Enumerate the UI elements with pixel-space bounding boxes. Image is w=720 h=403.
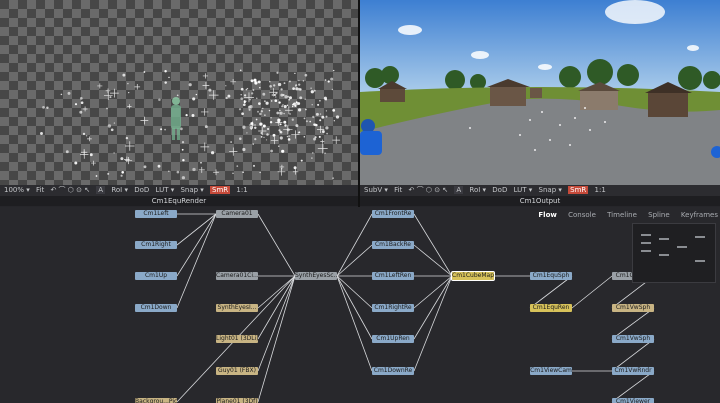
connection-wire: [336, 275, 373, 309]
lut-dropdown[interactable]: LUT ▾: [156, 186, 175, 194]
node-cm1up[interactable]: Cm1Up: [135, 272, 177, 280]
roi-dropdown[interactable]: RoI ▾: [469, 186, 486, 194]
flow-editor[interactable]: Cm1Left Cm1Right Cm1Up Cm1Down Camera01 Camer…: [0, 207, 720, 403]
node-cm1viewer[interactable]: Cm1Viewer: [612, 398, 654, 403]
point-cloud: [40, 69, 341, 180]
node-cm1equsph[interactable]: Cm1EquSph: [530, 272, 572, 280]
tools-icon[interactable]: ↶ ⌒ ⬡ ⊙ ↖: [409, 186, 449, 194]
connection-wire: [176, 213, 217, 309]
subview-dropdown[interactable]: SubV ▾: [364, 186, 388, 194]
connection-wire: [336, 275, 373, 340]
tab-spline[interactable]: Spline: [648, 211, 670, 219]
connection-wire: [336, 275, 373, 372]
tab-console[interactable]: Console: [568, 211, 596, 219]
node-cm1down[interactable]: Cm1Down: [135, 304, 177, 312]
tab-keyframes[interactable]: Keyframes: [681, 211, 718, 219]
panel-tabs: Flow Console Timeline Spline Keyframes: [529, 209, 718, 221]
node-cm1leftren[interactable]: Cm1LeftRen: [372, 272, 414, 280]
connection-wire: [257, 275, 296, 403]
node-cm1equren[interactable]: Cm1EquRen: [530, 304, 572, 312]
right-viewer-name: Cm1Output: [360, 196, 720, 206]
node-backgroundplate[interactable]: Backgrou...Pic: [135, 398, 177, 403]
node-guy01[interactable]: Guy01 (FBX): [216, 367, 258, 375]
connection-wire: [413, 244, 453, 277]
left-viewer-toolbar: 100% ▾ Fit ↶ ⌒ ⬡ ⊙ ↖ A RoI ▾ DoD LUT ▾ S…: [0, 185, 358, 196]
equirect-preview: [360, 0, 720, 185]
tab-timeline[interactable]: Timeline: [607, 211, 637, 219]
render-preview: [40, 69, 341, 180]
node-cm1downre[interactable]: Cm1DownRe: [372, 367, 414, 375]
ratio-button[interactable]: 1:1: [236, 186, 247, 194]
connection-wire: [413, 275, 453, 309]
node-cm1vwrndr[interactable]: Cm1VwRndr: [612, 367, 654, 375]
node-cm1frontre[interactable]: Cm1FrontRe: [372, 210, 414, 218]
roi-dropdown[interactable]: RoI ▾: [111, 186, 128, 194]
node-synthimg[interactable]: SynthEyesI...: [216, 304, 258, 312]
node-cm1vwsph2[interactable]: Cm1VwSph: [612, 335, 654, 343]
lut-dropdown[interactable]: LUT ▾: [514, 186, 533, 194]
connection-wire: [336, 244, 373, 277]
fit-button[interactable]: Fit: [36, 186, 44, 194]
connection-wire: [176, 213, 217, 277]
connection-wire: [176, 213, 217, 246]
connection-wire: [413, 275, 453, 340]
snap-dropdown[interactable]: Snap ▾: [180, 186, 203, 194]
right-viewer-toolbar: SubV ▾ Fit ↶ ⌒ ⬡ ⊙ ↖ A RoI ▾ DoD LUT ▾ S…: [360, 185, 720, 196]
node-cm1vwsph[interactable]: Cm1VwSph: [612, 304, 654, 312]
connection-wire: [257, 275, 296, 340]
alpha-button[interactable]: A: [454, 186, 464, 194]
flow-minimap[interactable]: [632, 223, 716, 283]
connection-wire: [413, 213, 453, 277]
tab-flow[interactable]: Flow: [538, 211, 556, 219]
left-viewer[interactable]: [0, 0, 358, 185]
node-cm1backre[interactable]: Cm1BackRe: [372, 241, 414, 249]
smr-button[interactable]: SmR: [210, 186, 231, 194]
node-camera01[interactable]: Camera01: [216, 210, 258, 218]
snap-dropdown[interactable]: Snap ▾: [539, 186, 562, 194]
connection-wire: [257, 275, 296, 372]
node-cm1viewcam[interactable]: Cm1ViewCam: [530, 367, 572, 375]
node-synthscene[interactable]: SynthEyesSc...: [295, 272, 337, 280]
viewer-divider[interactable]: [358, 0, 360, 208]
connection-wire: [257, 275, 296, 309]
dod-button[interactable]: DoD: [134, 186, 149, 194]
smr-button[interactable]: SmR: [568, 186, 589, 194]
alpha-button[interactable]: A: [96, 186, 106, 194]
connection-wire: [571, 275, 613, 309]
left-viewer-name: Cm1EquRender: [0, 196, 358, 206]
node-cm1cubemap[interactable]: Cm1CubeMap: [451, 271, 495, 281]
right-viewer[interactable]: [360, 0, 720, 185]
node-cm1rightre[interactable]: Cm1RightRe: [372, 304, 414, 312]
connection-wire: [413, 275, 453, 372]
node-light01[interactable]: Light01 (3DLi): [216, 335, 258, 343]
connection-wire: [336, 213, 373, 277]
tools-icon[interactable]: ↶ ⌒ ⬡ ⊙ ↖: [50, 186, 90, 194]
ratio-button[interactable]: 1:1: [595, 186, 606, 194]
fit-button[interactable]: Fit: [394, 186, 402, 194]
connection-wire: [257, 213, 296, 277]
node-camera01ci[interactable]: Camera01Ci...: [216, 272, 258, 280]
zoom-dropdown[interactable]: 100% ▾: [4, 186, 30, 194]
node-plane01[interactable]: Plane01 (3Df): [216, 398, 258, 403]
node-cm1left[interactable]: Cm1Left: [135, 210, 177, 218]
node-cm1right[interactable]: Cm1Right: [135, 241, 177, 249]
character-figure: [171, 97, 181, 140]
node-cm1upren[interactable]: Cm1UpRen: [372, 335, 414, 343]
dod-button[interactable]: DoD: [492, 186, 507, 194]
